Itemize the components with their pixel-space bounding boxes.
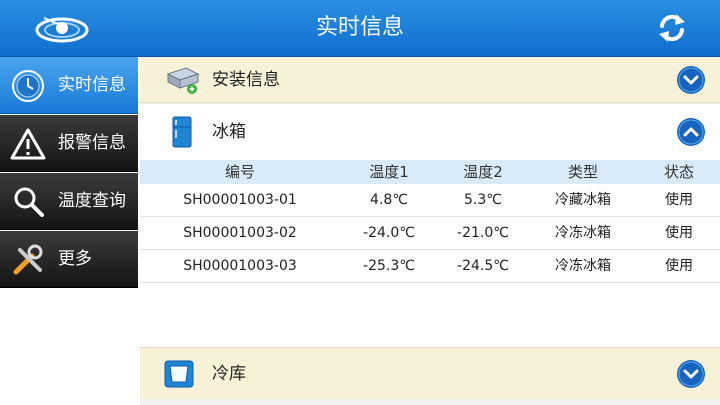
section-install-info[interactable]: 安装信息 xyxy=(140,57,720,103)
table-empty-area xyxy=(140,283,720,347)
sidebar-item-label: 报警信息 xyxy=(58,133,126,153)
main-panel: 安装信息 冰箱 编号 温度1 温度2 类型 状态 SH00001003-01 4… xyxy=(140,57,720,405)
page-title: 实时信息 xyxy=(315,15,404,40)
table-header: 编号 温度1 温度2 类型 状态 xyxy=(140,160,720,184)
chevron-down-icon[interactable] xyxy=(676,359,706,389)
table-row[interactable]: SH00001003-02 -24.0℃ -21.0℃ 冷冻冰箱 使用 xyxy=(140,217,720,250)
cell-id: SH00001003-02 xyxy=(183,225,297,241)
cell-type: 冷冻冰箱 xyxy=(555,258,611,274)
top-bar: 实时信息 xyxy=(0,0,720,57)
sidebar-item-label: 更多 xyxy=(58,249,92,269)
column-header: 温度1 xyxy=(369,163,409,181)
column-header: 类型 xyxy=(567,163,598,181)
warning-icon xyxy=(10,128,46,160)
cell-temp1: -24.0℃ xyxy=(363,225,415,241)
sidebar-item-temperature-query[interactable]: 温度查询 xyxy=(0,173,138,230)
tools-icon xyxy=(13,244,43,275)
cell-status: 使用 xyxy=(665,258,693,274)
column-header: 温度2 xyxy=(463,163,503,181)
table-row[interactable]: SH00001003-03 -25.3℃ -24.5℃ 冷冻冰箱 使用 xyxy=(140,250,720,283)
search-icon xyxy=(14,187,44,217)
table-row[interactable]: SH00001003-01 4.8℃ 5.3℃ 冷藏冰箱 使用 xyxy=(140,184,720,217)
section-label: 冷库 xyxy=(212,364,246,384)
cell-type: 冷冻冰箱 xyxy=(555,225,611,241)
section-cold-storage[interactable]: 冷库 xyxy=(140,347,720,399)
section-label: 冰箱 xyxy=(212,122,246,142)
refresh-icon[interactable] xyxy=(654,10,690,46)
section-label: 安装信息 xyxy=(212,70,280,90)
sidebar-item-realtime[interactable]: 实时信息 xyxy=(0,57,138,114)
cell-status: 使用 xyxy=(665,192,693,208)
cold-storage-icon xyxy=(164,360,194,388)
fridge-table: 编号 温度1 温度2 类型 状态 SH00001003-01 4.8℃ 5.3℃… xyxy=(140,160,720,283)
cell-temp1: -25.3℃ xyxy=(363,258,415,274)
sidebar-item-label: 温度查询 xyxy=(58,191,126,211)
fridge-icon xyxy=(172,116,192,148)
hard-drive-icon xyxy=(166,67,200,94)
clock-icon xyxy=(12,70,44,102)
column-header: 编号 xyxy=(224,163,255,181)
chevron-down-icon[interactable] xyxy=(676,65,706,95)
cell-id: SH00001003-01 xyxy=(183,192,297,208)
cell-temp2: 5.3℃ xyxy=(464,192,502,208)
section-fridge[interactable]: 冰箱 xyxy=(140,104,720,160)
chevron-up-icon[interactable] xyxy=(676,117,706,147)
sidebar: 实时信息 报警信息 温度查询 更多 xyxy=(0,57,138,405)
sidebar-item-label: 实时信息 xyxy=(58,75,126,95)
cell-id: SH00001003-03 xyxy=(183,258,297,274)
column-header: 状态 xyxy=(663,163,694,181)
sidebar-item-alarm[interactable]: 报警信息 xyxy=(0,115,138,172)
cell-type: 冷藏冰箱 xyxy=(555,192,611,208)
sidebar-item-more[interactable]: 更多 xyxy=(0,231,138,288)
cell-temp2: -21.0℃ xyxy=(457,225,509,241)
cell-temp2: -24.5℃ xyxy=(457,258,509,274)
cell-status: 使用 xyxy=(665,225,693,241)
cell-temp1: 4.8℃ xyxy=(370,192,408,208)
